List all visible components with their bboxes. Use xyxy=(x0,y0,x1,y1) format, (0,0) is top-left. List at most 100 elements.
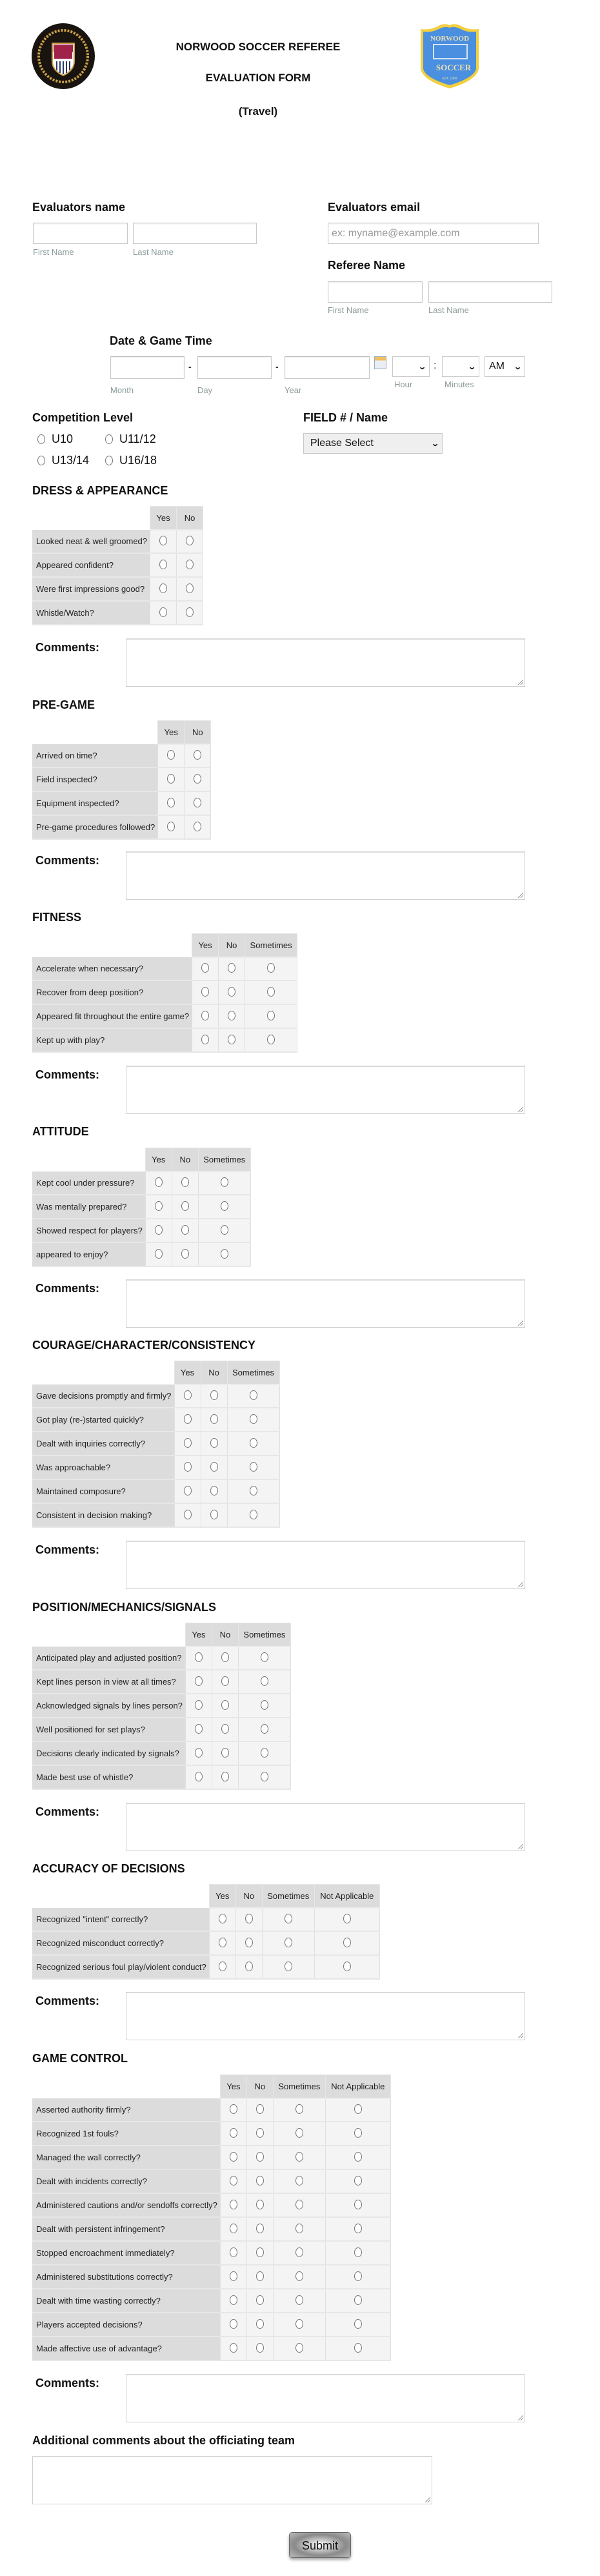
radio-yes[interactable] xyxy=(159,536,168,545)
radio-no[interactable] xyxy=(255,2223,264,2233)
comments-textarea-game-control[interactable] xyxy=(126,2374,525,2422)
radio-sometimes[interactable] xyxy=(295,2104,303,2114)
comments-textarea-pre-game[interactable] xyxy=(126,851,525,900)
radio-sometimes[interactable] xyxy=(220,1248,228,1259)
radio-yes[interactable] xyxy=(201,1010,210,1020)
radio-yes[interactable] xyxy=(229,2175,237,2186)
radio-sometimes[interactable] xyxy=(295,2151,303,2162)
radio-no[interactable] xyxy=(210,1485,218,1496)
radio-yes[interactable] xyxy=(194,1747,203,1758)
radio-not-applicable[interactable] xyxy=(354,2127,362,2138)
radio-sometimes[interactable] xyxy=(284,1914,292,1923)
radio-sometimes[interactable] xyxy=(295,2199,303,2209)
radio-no[interactable] xyxy=(221,1652,229,1662)
radio-yes[interactable] xyxy=(229,2199,237,2209)
radio-not-applicable[interactable] xyxy=(354,2104,362,2114)
radio-sometimes[interactable] xyxy=(267,1010,275,1020)
radio-sometimes[interactable] xyxy=(249,1437,257,1448)
competition-option-u13-14[interactable]: U13/14 xyxy=(37,454,89,467)
radio-sometimes[interactable] xyxy=(260,1771,268,1781)
radio-no[interactable] xyxy=(228,1034,236,1044)
radio-yes[interactable] xyxy=(183,1437,192,1448)
competition-option-u16-18[interactable]: U16/18 xyxy=(105,454,157,467)
radio-yes[interactable] xyxy=(229,2295,237,2305)
radio-no[interactable] xyxy=(210,1437,218,1448)
radio-no[interactable] xyxy=(255,2247,264,2257)
radio-yes[interactable] xyxy=(194,1699,203,1710)
field-select[interactable]: Please Select ⌄ xyxy=(303,433,443,454)
radio-sometimes[interactable] xyxy=(249,1509,257,1519)
comments-textarea-accuracy-of-decisions[interactable] xyxy=(126,1992,525,2040)
radio-yes[interactable] xyxy=(154,1177,163,1187)
radio-sometimes[interactable] xyxy=(284,1961,292,1971)
radio-button[interactable] xyxy=(37,434,45,444)
evaluator-email-input[interactable] xyxy=(328,223,539,244)
radio-yes[interactable] xyxy=(183,1390,192,1400)
radio-yes[interactable] xyxy=(229,2223,237,2233)
radio-yes[interactable] xyxy=(229,2151,237,2162)
radio-not-applicable[interactable] xyxy=(343,1914,351,1923)
radio-sometimes[interactable] xyxy=(295,2271,303,2281)
radio-no[interactable] xyxy=(228,963,236,973)
radio-sometimes[interactable] xyxy=(260,1723,268,1734)
radio-yes[interactable] xyxy=(183,1414,192,1424)
radio-no[interactable] xyxy=(255,2127,264,2138)
radio-yes[interactable] xyxy=(159,583,168,593)
radio-not-applicable[interactable] xyxy=(354,2199,362,2209)
radio-yes[interactable] xyxy=(229,2247,237,2257)
resize-handle[interactable] xyxy=(518,2033,523,2038)
radio-no[interactable] xyxy=(181,1248,189,1259)
radio-not-applicable[interactable] xyxy=(343,1961,351,1971)
radio-not-applicable[interactable] xyxy=(354,2247,362,2257)
radio-yes[interactable] xyxy=(218,1961,226,1971)
radio-no[interactable] xyxy=(181,1201,189,1211)
radio-yes[interactable] xyxy=(167,750,175,760)
resize-handle[interactable] xyxy=(518,1844,523,1849)
ampm-select[interactable]: AM ⌄ xyxy=(485,356,525,377)
radio-button[interactable] xyxy=(37,456,45,465)
radio-sometimes[interactable] xyxy=(249,1414,257,1424)
radio-yes[interactable] xyxy=(229,2342,237,2353)
radio-not-applicable[interactable] xyxy=(354,2342,362,2353)
radio-sometimes[interactable] xyxy=(295,2127,303,2138)
radio-not-applicable[interactable] xyxy=(354,2295,362,2305)
hour-select[interactable]: ⌄ xyxy=(392,356,430,377)
radio-sometimes[interactable] xyxy=(220,1201,228,1211)
radio-yes[interactable] xyxy=(201,986,210,997)
radio-sometimes[interactable] xyxy=(284,1937,292,1947)
radio-yes[interactable] xyxy=(159,607,168,617)
radio-yes[interactable] xyxy=(229,2318,237,2329)
radio-sometimes[interactable] xyxy=(260,1699,268,1710)
competition-option-u10[interactable]: U10 xyxy=(37,432,73,446)
comments-textarea-courage-character-consistency[interactable] xyxy=(126,1541,525,1589)
radio-not-applicable[interactable] xyxy=(343,1937,351,1947)
radio-not-applicable[interactable] xyxy=(354,2175,362,2186)
referee-first-name-input[interactable] xyxy=(328,281,423,303)
referee-last-name-input[interactable] xyxy=(428,281,552,303)
radio-no[interactable] xyxy=(221,1676,229,1686)
radio-no[interactable] xyxy=(186,583,194,593)
radio-yes[interactable] xyxy=(167,797,175,807)
radio-sometimes[interactable] xyxy=(220,1224,228,1235)
radio-not-applicable[interactable] xyxy=(354,2223,362,2233)
submit-button[interactable]: Submit xyxy=(289,2532,351,2558)
radio-not-applicable[interactable] xyxy=(354,2271,362,2281)
radio-no[interactable] xyxy=(255,2199,264,2209)
comments-textarea-position-mechanics-signals[interactable] xyxy=(126,1803,525,1851)
radio-sometimes[interactable] xyxy=(295,2223,303,2233)
radio-no[interactable] xyxy=(255,2104,264,2114)
radio-no[interactable] xyxy=(228,1010,236,1020)
radio-no[interactable] xyxy=(221,1747,229,1758)
radio-sometimes[interactable] xyxy=(260,1747,268,1758)
radio-sometimes[interactable] xyxy=(220,1177,228,1187)
comments-textarea-dress-appearance[interactable] xyxy=(126,638,525,687)
radio-no[interactable] xyxy=(210,1390,218,1400)
radio-no[interactable] xyxy=(221,1699,229,1710)
radio-yes[interactable] xyxy=(194,1771,203,1781)
radio-sometimes[interactable] xyxy=(295,2295,303,2305)
radio-no[interactable] xyxy=(255,2175,264,2186)
radio-yes[interactable] xyxy=(201,1034,210,1044)
radio-sometimes[interactable] xyxy=(295,2318,303,2329)
radio-sometimes[interactable] xyxy=(249,1485,257,1496)
radio-no[interactable] xyxy=(210,1414,218,1424)
